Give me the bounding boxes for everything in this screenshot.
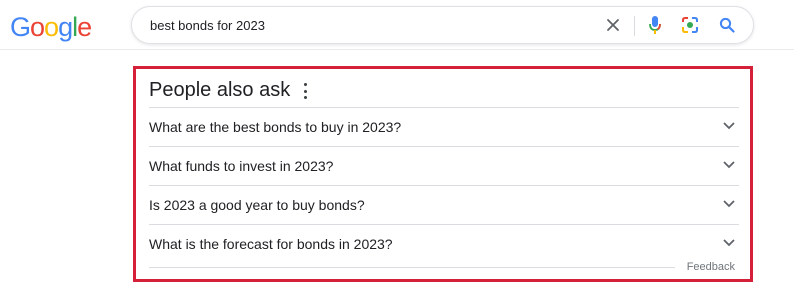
close-icon[interactable] xyxy=(603,15,623,35)
logo-letter: o xyxy=(30,12,45,42)
chevron-down-icon xyxy=(723,161,735,169)
chevron-down-icon xyxy=(723,239,735,247)
people-also-ask-panel: People also ask What are the best bonds … xyxy=(133,66,753,282)
paa-title: People also ask xyxy=(149,79,291,101)
paa-question[interactable]: What funds to invest in 2023? xyxy=(149,146,739,185)
chevron-down-icon xyxy=(723,122,735,130)
google-logo[interactable]: Google xyxy=(10,12,92,42)
camera-lens-icon[interactable] xyxy=(680,15,700,35)
paa-question-text: Is 2023 a good year to buy bonds? xyxy=(149,197,365,213)
more-options-icon[interactable] xyxy=(299,82,311,100)
header: Google xyxy=(0,0,794,50)
paa-question[interactable]: What is the forecast for bonds in 2023? xyxy=(149,224,739,263)
paa-question-text: What are the best bonds to buy in 2023? xyxy=(149,119,402,135)
search-box xyxy=(131,6,754,44)
paa-question[interactable]: What are the best bonds to buy in 2023? xyxy=(149,107,739,146)
search-divider xyxy=(634,16,635,36)
chevron-down-icon xyxy=(723,200,735,208)
paa-question-text: What is the forecast for bonds in 2023? xyxy=(149,236,393,252)
paa-question-text: What funds to invest in 2023? xyxy=(149,158,334,174)
feedback-divider xyxy=(149,267,675,268)
logo-letter: o xyxy=(44,12,59,42)
feedback-link[interactable]: Feedback xyxy=(687,261,735,273)
logo-letter: e xyxy=(77,12,92,42)
mic-icon[interactable] xyxy=(645,15,665,35)
logo-letter: g xyxy=(58,12,73,42)
paa-question[interactable]: Is 2023 a good year to buy bonds? xyxy=(149,185,739,224)
logo-letter: G xyxy=(10,12,31,42)
search-icon[interactable] xyxy=(717,15,737,35)
search-input[interactable] xyxy=(150,7,590,43)
